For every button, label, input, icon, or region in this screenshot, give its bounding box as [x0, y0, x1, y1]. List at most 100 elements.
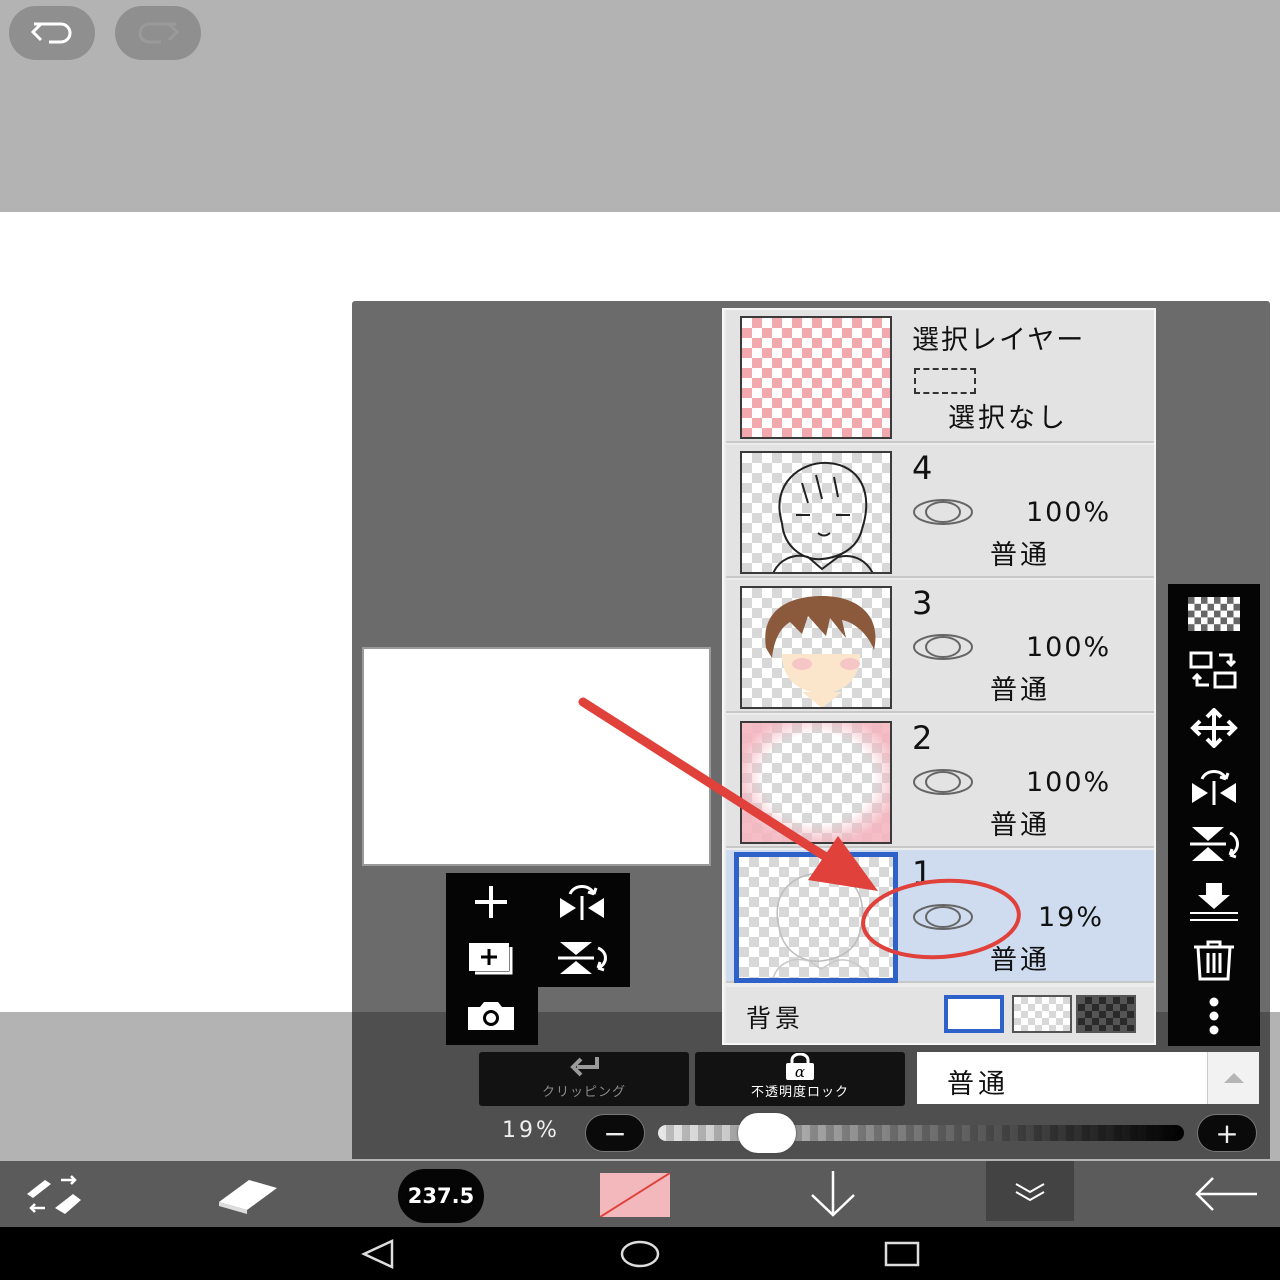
clipping-button[interactable]: クリッピング — [479, 1052, 689, 1106]
layer-number: 2 — [912, 719, 933, 757]
eraser-button[interactable] — [208, 1161, 288, 1227]
clipping-label: クリッピング — [541, 1085, 626, 1100]
system-navigation-bar — [0, 1227, 1280, 1280]
alpha-lock-button[interactable]: α 不透明度ロック — [695, 1052, 905, 1106]
background-dark-swatch[interactable] — [1076, 995, 1136, 1033]
camera-icon — [468, 1002, 514, 1030]
undo-icon — [30, 22, 72, 44]
more-options-button[interactable] — [1186, 994, 1242, 1038]
layer-preview — [362, 647, 711, 866]
blend-mode-dropdown-button[interactable] — [1207, 1052, 1259, 1104]
layer-list[interactable]: 選択レイヤー 選択なし 4 100% 普通 3 100% 普通 2 100% 普… — [722, 308, 1156, 1045]
layer-blend-mode: 普通 — [990, 810, 1050, 841]
transparency-icon — [1188, 597, 1240, 631]
background-label: 背景 — [746, 1004, 805, 1033]
flip-vertical-tool-button[interactable] — [552, 935, 612, 981]
flip-horizontal-icon — [560, 885, 604, 920]
layer-blend-mode: 普通 — [990, 675, 1050, 706]
opacity-value-label: 19% — [502, 1118, 560, 1143]
move-button[interactable] — [1186, 706, 1242, 750]
tool-swap-button[interactable] — [14, 1161, 94, 1227]
nav-home-icon — [620, 1240, 660, 1268]
layer-number: 1 — [912, 854, 933, 892]
layer-row-3[interactable]: 3 100% 普通 — [726, 580, 1154, 713]
opacity-slider-track[interactable] — [658, 1125, 1184, 1141]
background-white-swatch[interactable] — [944, 995, 1004, 1033]
blend-mode-value: 普通 — [947, 1069, 1009, 1100]
visibility-eye-icon[interactable] — [912, 767, 974, 797]
visibility-eye-icon[interactable] — [912, 902, 974, 932]
transparency-button[interactable] — [1186, 592, 1242, 636]
delete-layer-button[interactable] — [1186, 938, 1242, 982]
merge-down-icon — [1190, 883, 1238, 921]
nav-recent-button[interactable] — [882, 1237, 922, 1271]
layer-opacity: 100% — [1026, 497, 1112, 528]
selection-layer-thumbnail — [740, 316, 892, 439]
redo-button[interactable] — [115, 6, 201, 60]
lock-icon: α — [786, 1053, 814, 1081]
visibility-eye-icon[interactable] — [912, 632, 974, 662]
layer-opacity: 19% — [1038, 902, 1105, 933]
layer-number: 4 — [912, 449, 933, 487]
layer-thumbnail — [740, 451, 892, 574]
visibility-eye-icon[interactable] — [912, 497, 974, 527]
background-transparent-swatch[interactable] — [1012, 995, 1072, 1033]
top-toolbar-area — [0, 0, 1280, 212]
nav-back-icon — [361, 1239, 394, 1269]
add-layer-button[interactable] — [461, 879, 521, 925]
back-button[interactable] — [1186, 1161, 1266, 1227]
flip-horizontal-icon — [1192, 770, 1236, 805]
download-icon — [811, 1171, 855, 1217]
layer-opacity: 100% — [1026, 632, 1112, 663]
opacity-decrease-button[interactable]: − — [585, 1114, 645, 1152]
tool-swap-icon — [27, 1175, 81, 1214]
flip-vertical-button[interactable] — [1186, 822, 1242, 866]
trash-icon — [1194, 940, 1234, 981]
eraser-icon — [219, 1180, 277, 1214]
nav-home-button[interactable] — [620, 1237, 660, 1271]
layer-row-2[interactable]: 2 100% 普通 — [726, 715, 1154, 848]
brush-size-button[interactable]: 237.5 — [398, 1169, 484, 1223]
merge-down-button[interactable] — [1186, 880, 1242, 924]
undo-button[interactable] — [9, 6, 95, 60]
layer-add-toolbox — [446, 873, 630, 987]
collapse-panel-button[interactable] — [986, 1161, 1074, 1221]
flip-horizontal-tool-button[interactable] — [552, 879, 612, 925]
alpha-lock-label: 不透明度ロック — [750, 1085, 849, 1100]
bottom-toolbar: 237.5 — [0, 1161, 1280, 1227]
opacity-slider-knob[interactable] — [738, 1113, 796, 1153]
nav-back-button[interactable] — [358, 1237, 398, 1271]
layer-blend-mode: 普通 — [990, 540, 1050, 571]
chevron-down-icon — [1015, 1183, 1045, 1202]
blend-mode-select[interactable]: 普通 — [917, 1052, 1207, 1104]
layer-thumbnail — [740, 721, 892, 844]
add-layer-icon — [475, 886, 507, 918]
selection-layer-row[interactable]: 選択レイヤー 選択なし — [726, 310, 1154, 443]
camera-toolbox — [446, 985, 538, 1045]
download-button[interactable] — [800, 1161, 866, 1227]
layer-opacity: 100% — [1026, 767, 1112, 798]
layer-swap-button[interactable] — [1186, 648, 1242, 692]
layer-tools-toolbar — [1168, 584, 1260, 1046]
selection-layer-title: 選択レイヤー — [912, 325, 1086, 356]
add-layer-copy-icon — [469, 943, 513, 975]
flip-horizontal-button[interactable] — [1186, 764, 1242, 808]
layer-row-4[interactable]: 4 100% 普通 — [726, 445, 1154, 578]
chevron-up-icon — [1223, 1073, 1244, 1083]
layer-thumbnail — [734, 852, 898, 983]
svg-text:α: α — [795, 1063, 805, 1081]
selection-status: 選択なし — [948, 403, 1068, 434]
layer-row-1[interactable]: 1 19% 普通 — [726, 850, 1154, 983]
back-arrow-icon — [1195, 1177, 1257, 1211]
layer-thumbnail — [740, 586, 892, 709]
redo-icon — [138, 22, 180, 44]
color-picker-button[interactable] — [600, 1173, 670, 1217]
selection-box-icon — [914, 368, 976, 394]
add-layer-copy-button[interactable] — [461, 935, 521, 981]
opacity-increase-button[interactable]: + — [1197, 1114, 1257, 1152]
layer-blend-mode: 普通 — [990, 945, 1050, 976]
layer-number: 3 — [912, 584, 933, 622]
camera-button[interactable] — [461, 993, 521, 1039]
flip-vertical-icon — [558, 942, 607, 974]
layer-swap-icon — [1189, 651, 1237, 689]
